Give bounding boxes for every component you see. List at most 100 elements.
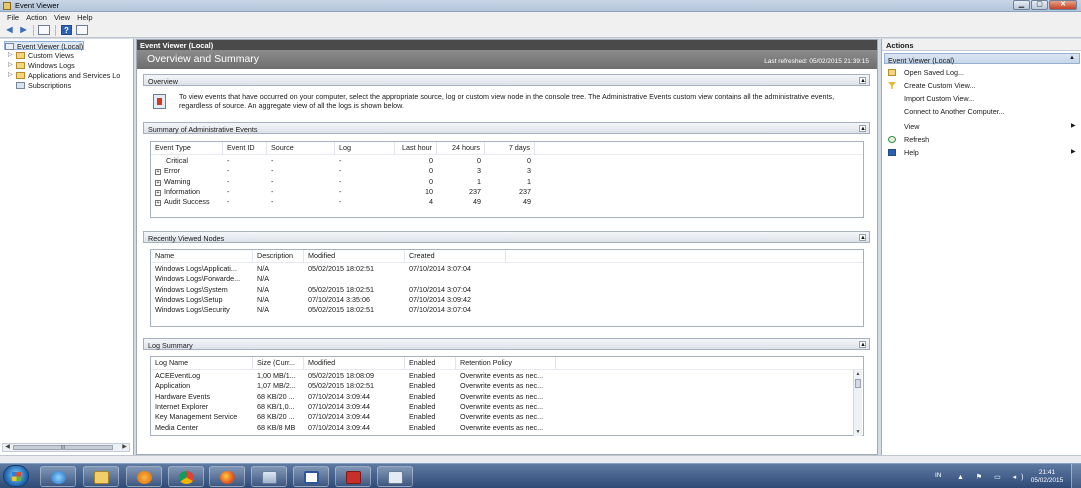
table-row[interactable]: Windows Logs\Security N/A 05/02/2015 18:02… bbox=[151, 305, 851, 315]
action-open-saved-log[interactable]: Open Saved Log... bbox=[888, 67, 964, 78]
column-header[interactable]: 24 hours bbox=[437, 142, 485, 154]
action-connect-to-another-computer[interactable]: Connect to Another Computer... bbox=[904, 106, 1005, 117]
taskbar-internet-explorer-button[interactable] bbox=[40, 466, 76, 487]
collapse-icon[interactable]: ▲ bbox=[859, 234, 866, 241]
clock[interactable]: 21:41 05/02/2015 bbox=[1027, 469, 1067, 485]
column-header[interactable]: 7 days bbox=[485, 142, 535, 154]
table-row[interactable]: Windows Logs\Forwarde... N/A bbox=[151, 274, 851, 284]
column-header[interactable]: Modified bbox=[304, 250, 405, 262]
tray-icons[interactable]: ▲ ⚑ ▭ ◂) bbox=[957, 473, 1029, 481]
tree-item-subscriptions[interactable]: Subscriptions bbox=[16, 81, 71, 90]
tree-item-custom-views[interactable]: ▷ Custom Views bbox=[8, 51, 74, 60]
taskbar-media-player-button[interactable] bbox=[126, 466, 162, 487]
console-tree-icon[interactable] bbox=[38, 25, 50, 35]
tree-item-windows-logs[interactable]: ▷ Windows Logs bbox=[8, 61, 75, 70]
collapse-icon[interactable]: ▲ bbox=[859, 77, 866, 84]
section-log-summary[interactable]: Log Summary ▲ bbox=[143, 338, 870, 350]
action-create-custom-view[interactable]: Create Custom View... bbox=[888, 80, 975, 91]
tree-item-event-viewer-local[interactable]: Event Viewer (Local) bbox=[4, 41, 85, 51]
column-header[interactable]: Event ID bbox=[223, 142, 267, 154]
section-summary[interactable]: Summary of Administrative Events ▲ bbox=[143, 122, 870, 134]
help-icon[interactable]: ? bbox=[61, 25, 72, 35]
scroll-thumb[interactable]: III bbox=[13, 445, 113, 451]
section-recently-viewed[interactable]: Recently Viewed Nodes ▲ bbox=[143, 231, 870, 243]
maximize-button[interactable]: ▢ bbox=[1031, 0, 1048, 10]
event-log-icon bbox=[153, 94, 166, 109]
tree-horizontal-scrollbar[interactable]: ◀ III ▶ bbox=[2, 443, 130, 452]
scroll-up-icon[interactable]: ▲ bbox=[854, 370, 862, 378]
section-overview[interactable]: Overview ▲ bbox=[143, 74, 870, 86]
table-cell: - bbox=[339, 156, 342, 165]
taskbar-event-viewer-button[interactable] bbox=[377, 466, 413, 487]
expand-icon[interactable]: + bbox=[155, 200, 161, 207]
tree-item-applications-services[interactable]: ▷ Applications and Services Lo bbox=[8, 71, 120, 80]
expand-icon[interactable]: + bbox=[155, 189, 161, 196]
taskbar-file-explorer-button[interactable] bbox=[83, 466, 119, 487]
column-header[interactable]: Created bbox=[405, 250, 506, 262]
actions-header: Actions bbox=[882, 39, 1081, 51]
start-button[interactable] bbox=[3, 465, 29, 487]
title-bar: Event Viewer ▁ ▢ ✕ bbox=[0, 0, 1081, 12]
action-import-custom-view[interactable]: Import Custom View... bbox=[904, 93, 974, 104]
table-row[interactable]: Hardware Events 68 KB/20 ... 07/10/2014 3:… bbox=[151, 392, 851, 402]
menu-view[interactable]: View bbox=[47, 12, 70, 23]
clock-time: 21:41 bbox=[1038, 469, 1056, 476]
actions-section-event-viewer[interactable]: Event Viewer (Local) ▲ bbox=[884, 53, 1080, 65]
scroll-thumb[interactable] bbox=[855, 379, 861, 388]
taskbar-window-button[interactable] bbox=[251, 466, 287, 487]
expand-icon[interactable]: ▷ bbox=[8, 51, 13, 60]
menu-action[interactable]: Action bbox=[19, 12, 47, 23]
scroll-left-icon[interactable]: ◀ bbox=[3, 444, 12, 451]
column-header[interactable]: Size (Curr... bbox=[253, 357, 304, 369]
column-header[interactable]: Modified bbox=[304, 357, 405, 369]
table-cell: Enabled bbox=[409, 391, 436, 401]
menu-file[interactable]: File bbox=[0, 12, 19, 23]
column-header[interactable]: Event Type bbox=[151, 142, 223, 154]
collapse-icon[interactable]: ▲ bbox=[859, 341, 866, 348]
expand-icon[interactable]: + bbox=[155, 179, 161, 186]
language-indicator[interactable]: IN bbox=[935, 472, 942, 479]
scroll-down-icon[interactable]: ▼ bbox=[854, 428, 862, 436]
table-row[interactable]: Internet Explorer 68 KB/1,0... 07/10/2014 … bbox=[151, 402, 851, 412]
taskbar-chrome-button[interactable] bbox=[168, 466, 204, 487]
collapse-icon[interactable]: ▲ bbox=[1069, 55, 1075, 61]
show-desktop-button[interactable] bbox=[1071, 464, 1081, 488]
table-row[interactable]: ACEEventLog 1,00 MB/1... 05/02/2015 18:08:… bbox=[151, 371, 851, 381]
column-header[interactable]: Enabled bbox=[405, 357, 456, 369]
log-summary-scrollbar[interactable]: ▲ ▼ bbox=[853, 370, 862, 436]
table-row[interactable]: Application 1,07 MB/2... 05/02/2015 18:02:… bbox=[151, 381, 851, 391]
taskbar-firefox-button[interactable] bbox=[209, 466, 245, 487]
back-arrow-icon[interactable]: ◀ bbox=[4, 25, 15, 35]
table-row[interactable]: Key Management Service 68 KB/20 ... 07/10/… bbox=[151, 412, 851, 422]
action-help[interactable]: Help ▶ bbox=[888, 147, 1076, 158]
menu-help[interactable]: Help bbox=[70, 12, 92, 23]
table-row[interactable]: Media Center 68 KB/8 MB 07/10/2014 3:09:44… bbox=[151, 423, 851, 433]
action-view[interactable]: View ▶ bbox=[904, 121, 1076, 132]
table-cell: Overwrite events as nec... bbox=[460, 401, 544, 411]
action-pane-icon[interactable] bbox=[76, 25, 88, 35]
expand-icon[interactable]: + bbox=[155, 169, 161, 176]
column-header[interactable]: Log bbox=[335, 142, 395, 154]
table-cell: - bbox=[339, 166, 342, 176]
column-header[interactable]: Description bbox=[253, 250, 304, 262]
table-row[interactable]: Windows Logs\Setup N/A 07/10/2014 3:35:06 0… bbox=[151, 295, 851, 305]
table-row[interactable]: Windows Logs\Applicati... N/A 05/02/2015 1… bbox=[151, 264, 851, 274]
column-header[interactable]: Log Name bbox=[151, 357, 253, 369]
column-header[interactable]: Name bbox=[151, 250, 253, 262]
expand-icon[interactable]: ▷ bbox=[8, 61, 13, 70]
taskbar-toolbox-button[interactable] bbox=[335, 466, 371, 487]
column-header[interactable]: Source bbox=[267, 142, 335, 154]
scroll-right-icon[interactable]: ▶ bbox=[120, 444, 129, 451]
table-row[interactable]: Windows Logs\System N/A 05/02/2015 18:02:5… bbox=[151, 285, 851, 295]
forward-arrow-icon[interactable]: ▶ bbox=[18, 25, 29, 35]
table-cell: 05/02/2015 18:02:51 bbox=[308, 284, 374, 294]
expand-icon[interactable]: ▷ bbox=[8, 71, 13, 80]
table-cell: N/A bbox=[257, 284, 269, 294]
taskbar-word-button[interactable] bbox=[293, 466, 329, 487]
minimize-button[interactable]: ▁ bbox=[1013, 0, 1030, 10]
close-button[interactable]: ✕ bbox=[1049, 0, 1077, 10]
column-header[interactable]: Retention Policy bbox=[456, 357, 556, 369]
action-refresh[interactable]: Refresh bbox=[888, 134, 929, 145]
collapse-icon[interactable]: ▲ bbox=[859, 125, 866, 132]
column-header[interactable]: Last hour bbox=[395, 142, 437, 154]
